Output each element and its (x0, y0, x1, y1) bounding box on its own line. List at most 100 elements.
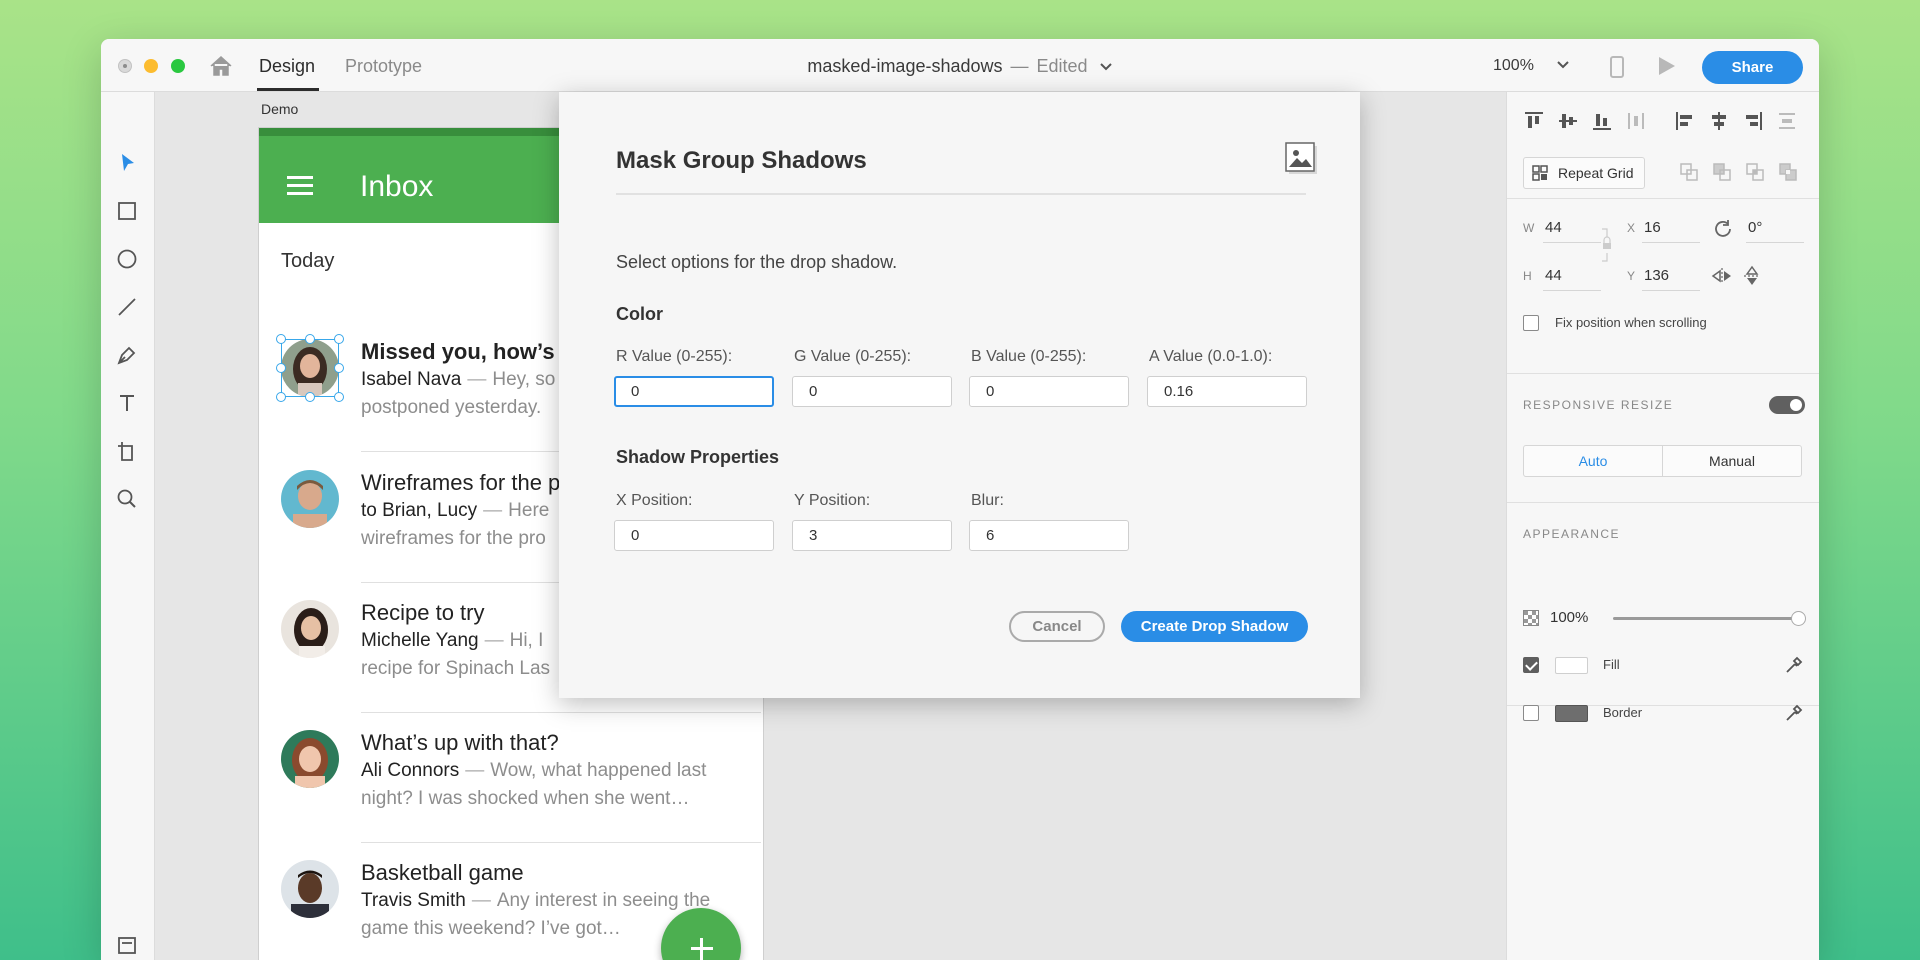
flip-horizontal-icon[interactable] (1711, 267, 1733, 285)
active-tab-indicator (257, 88, 319, 91)
responsive-resize-toggle[interactable] (1769, 396, 1805, 414)
r-value-label: R Value (0-255): (616, 348, 733, 365)
avatar[interactable] (281, 730, 339, 788)
device-preview-icon[interactable] (1610, 56, 1624, 78)
opacity-icon (1523, 610, 1539, 626)
resize-handle[interactable] (305, 334, 315, 344)
resize-auto-button[interactable]: Auto (1523, 445, 1663, 477)
blur-input[interactable]: 6 (969, 520, 1129, 551)
align-left-icon[interactable] (1674, 110, 1696, 132)
align-bottom-icon[interactable] (1591, 110, 1613, 132)
ellipse-tool-icon[interactable] (115, 247, 139, 271)
dash: — (465, 760, 485, 781)
zoom-level[interactable]: 100% (1493, 57, 1534, 75)
r-value-input[interactable]: 0 (614, 376, 774, 407)
b-value-input[interactable]: 0 (969, 376, 1129, 407)
repeat-grid-button[interactable]: Repeat Grid (1523, 157, 1645, 189)
dash: — (483, 500, 503, 521)
pen-tool-icon[interactable] (115, 343, 139, 367)
x-input[interactable]: 16 (1644, 219, 1661, 236)
distribute-horizontal-icon[interactable] (1625, 110, 1647, 132)
resize-handle[interactable] (276, 363, 286, 373)
border-checkbox[interactable] (1523, 705, 1539, 721)
width-input[interactable]: 44 (1545, 219, 1562, 236)
x-position-input[interactable]: 0 (614, 520, 774, 551)
a-value-input[interactable]: 0.16 (1147, 376, 1307, 407)
cancel-button[interactable]: Cancel (1009, 611, 1105, 642)
eyedropper-icon[interactable] (1784, 703, 1804, 723)
boolean-subtract-icon[interactable] (1712, 162, 1732, 182)
lock-aspect-icon[interactable] (1600, 227, 1614, 263)
tool-bar (101, 92, 155, 960)
avatar[interactable] (281, 860, 339, 918)
boolean-exclude-icon[interactable] (1778, 162, 1798, 182)
message-snippet: Here (508, 500, 550, 521)
line-tool-icon[interactable] (115, 295, 139, 319)
height-input[interactable]: 44 (1545, 267, 1562, 284)
resize-manual-button[interactable]: Manual (1662, 445, 1802, 477)
opacity-slider-knob[interactable] (1791, 611, 1806, 626)
flip-vertical-icon[interactable] (1743, 265, 1761, 287)
repeat-grid-icon (1532, 165, 1548, 181)
align-top-icon[interactable] (1523, 110, 1545, 132)
text-tool-icon[interactable] (115, 391, 139, 415)
border-color-swatch[interactable] (1555, 705, 1588, 722)
rotate-icon[interactable] (1713, 218, 1733, 238)
message-sender: Travis Smith — Any interest in seeing the (361, 890, 710, 912)
shadow-properties-heading: Shadow Properties (616, 447, 780, 467)
resize-handle[interactable] (305, 392, 315, 402)
sender-name: to Brian, Lucy (361, 500, 478, 521)
message-preview: night? I was shocked when she went… (361, 788, 690, 809)
resize-handle[interactable] (276, 392, 286, 402)
fill-checkbox[interactable] (1523, 657, 1539, 673)
y-position-input[interactable]: 3 (792, 520, 952, 551)
message-preview: game this weekend? I’ve got… (361, 918, 621, 939)
avatar[interactable] (281, 470, 339, 528)
chevron-down-icon[interactable] (1556, 59, 1570, 71)
repeat-grid-label: Repeat Grid (1558, 165, 1634, 181)
section-header: Today (281, 250, 335, 272)
align-right-icon[interactable] (1742, 110, 1764, 132)
align-center-icon[interactable] (1708, 110, 1730, 132)
chevron-down-icon (1099, 63, 1112, 71)
rotation-input[interactable]: 0° (1748, 219, 1762, 236)
avatar[interactable] (281, 600, 339, 658)
list-item[interactable]: What’s up with that? Ali Connors — Wow, wh… (259, 730, 763, 860)
g-value-input[interactable]: 0 (792, 376, 952, 407)
artboard-label[interactable]: Demo (261, 101, 298, 117)
a-value-label: A Value (0.0-1.0): (1149, 348, 1273, 365)
rectangle-tool-icon[interactable] (115, 199, 139, 223)
opacity-slider[interactable] (1613, 617, 1799, 620)
resize-handle[interactable] (334, 363, 344, 373)
eyedropper-icon[interactable] (1784, 655, 1804, 675)
create-drop-shadow-button[interactable]: Create Drop Shadow (1121, 611, 1308, 642)
document-status: Edited (1036, 56, 1088, 76)
boolean-intersect-icon[interactable] (1745, 162, 1765, 182)
resize-handle[interactable] (334, 334, 344, 344)
x-position-label: X Position: (616, 492, 693, 509)
dash: — (471, 890, 491, 911)
zoom-tool-icon[interactable] (115, 487, 139, 511)
message-preview: recipe for Spinach Las (361, 658, 551, 679)
distribute-vertical-icon[interactable] (1776, 110, 1798, 132)
share-button[interactable]: Share (1702, 51, 1803, 84)
width-underline (1543, 242, 1601, 243)
title-divider (616, 193, 1306, 195)
opacity-value[interactable]: 100% (1550, 609, 1588, 626)
responsive-resize-section: RESPONSIVE RESIZE (1507, 374, 1819, 503)
resize-handle[interactable] (334, 392, 344, 402)
play-icon[interactable] (1659, 57, 1675, 75)
y-input[interactable]: 136 (1644, 267, 1669, 284)
fix-position-checkbox[interactable] (1523, 315, 1539, 331)
responsive-resize-title: RESPONSIVE RESIZE (1523, 398, 1674, 412)
resize-handle[interactable] (276, 334, 286, 344)
artboard-tool-icon[interactable] (115, 439, 139, 463)
boolean-add-icon[interactable] (1679, 162, 1699, 182)
fill-color-swatch[interactable] (1555, 657, 1588, 674)
align-middle-icon[interactable] (1557, 110, 1579, 132)
appearance-title: APPEARANCE (1523, 527, 1621, 541)
dash: — (484, 630, 504, 651)
menu-icon[interactable] (287, 176, 313, 196)
layers-icon[interactable] (115, 933, 139, 957)
select-tool-icon[interactable] (115, 151, 139, 175)
